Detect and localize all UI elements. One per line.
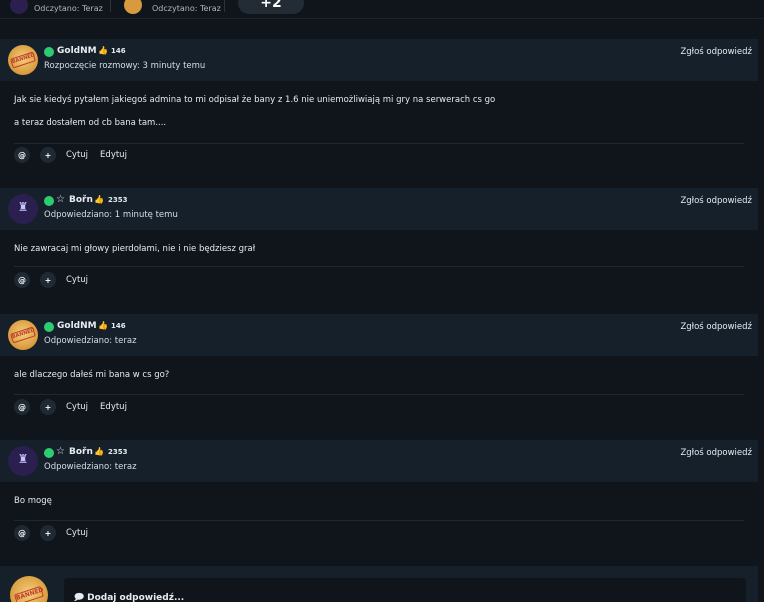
- recent-readers-bar: Odczytano: Teraz Odczytano: Teraz +2: [0, 0, 764, 16]
- mention-button[interactable]: @: [14, 399, 30, 415]
- divider: [224, 0, 225, 12]
- avatar[interactable]: ♜: [8, 194, 38, 224]
- thumbs-up-icon: 👍: [98, 46, 108, 55]
- plus-button[interactable]: +: [40, 525, 56, 541]
- mention-button[interactable]: @: [14, 525, 30, 541]
- divider: [14, 143, 744, 144]
- post-timestamp: Odpowiedziano: 1 minutę temu: [44, 210, 178, 220]
- username[interactable]: Bořn: [69, 447, 93, 457]
- post-header: BANNED GoldNM 👍 146 Rozpoczęcie rozmowy:…: [0, 39, 758, 81]
- avatar[interactable]: ♜: [8, 446, 38, 476]
- more-readers-button[interactable]: +2: [238, 0, 304, 14]
- report-reply-link[interactable]: Zgłoś odpowiedź: [680, 47, 752, 57]
- plus-button[interactable]: +: [40, 272, 56, 288]
- divider: [14, 394, 744, 395]
- star-icon: ☆: [56, 194, 65, 205]
- avatar-glyph-icon: ♜: [17, 452, 29, 466]
- divider: [14, 520, 744, 521]
- avatar[interactable]: BANNED: [8, 320, 38, 350]
- edit-button[interactable]: Edytuj: [100, 150, 127, 160]
- avatar: BANNED: [10, 576, 48, 602]
- reputation-count: 2353: [108, 196, 128, 204]
- post-content-line: Nie zawracaj mi głowy pierdołami, nie i …: [14, 244, 256, 254]
- mention-button[interactable]: @: [14, 147, 30, 163]
- online-indicator-icon: [44, 448, 54, 458]
- reputation-count: 146: [111, 47, 126, 55]
- reply-input[interactable]: 🗩 Dodaj odpowiedź...: [64, 578, 746, 602]
- post-timestamp: Odpowiedziano: teraz: [44, 462, 137, 472]
- username[interactable]: Bořn: [69, 195, 93, 205]
- post-header: ♜ ☆ Bořn 👍 2353 Odpowiedziano: teraz Zgł…: [0, 440, 758, 482]
- post-timestamp: Rozpoczęcie rozmowy: 3 minuty temu: [44, 61, 206, 71]
- report-reply-link[interactable]: Zgłoś odpowiedź: [680, 448, 752, 458]
- post-content-line: ale dlaczego dałeś mi bana w cs go?: [14, 370, 170, 380]
- edit-button[interactable]: Edytuj: [100, 402, 127, 412]
- report-reply-link[interactable]: Zgłoś odpowiedź: [680, 196, 752, 206]
- online-indicator-icon: [44, 196, 54, 206]
- banned-stamp: BANNED: [13, 585, 44, 602]
- post-content-line: Bo mogę: [14, 496, 52, 506]
- plus-button[interactable]: +: [40, 399, 56, 415]
- thumbs-up-icon: 👍: [94, 447, 104, 456]
- reader-avatar: [124, 0, 142, 14]
- avatar[interactable]: BANNED: [8, 45, 38, 75]
- reader-entry[interactable]: Odczytano: Teraz: [10, 0, 103, 14]
- quote-button[interactable]: Cytuj: [66, 275, 88, 285]
- report-reply-link[interactable]: Zgłoś odpowiedź: [680, 322, 752, 332]
- post-content-line: a teraz dostałem od cb bana tam....: [14, 118, 167, 128]
- post-actions: @ + Cytuj: [14, 272, 100, 288]
- plus-button[interactable]: +: [40, 147, 56, 163]
- post-content-line: Jak sie kiedyś pytałem jakiegoś admina t…: [14, 95, 496, 105]
- username[interactable]: GoldNM: [57, 46, 97, 56]
- reply-placeholder: 🗩 Dodaj odpowiedź...: [74, 590, 184, 602]
- mention-button[interactable]: @: [14, 272, 30, 288]
- reputation-count: 146: [111, 322, 126, 330]
- comment-icon: 🗩: [74, 593, 84, 602]
- reputation-count: 2353: [108, 448, 128, 456]
- quote-button[interactable]: Cytuj: [66, 150, 88, 160]
- reply-composer: BANNED 🗩 Dodaj odpowiedź...: [0, 566, 758, 602]
- quote-button[interactable]: Cytuj: [66, 528, 88, 538]
- banned-stamp: BANNED: [10, 51, 36, 69]
- star-icon: ☆: [56, 446, 65, 457]
- thumbs-up-icon: 👍: [94, 195, 104, 204]
- post-actions: @ + Cytuj Edytuj: [14, 399, 139, 415]
- post-header: ♜ ☆ Bořn 👍 2353 Odpowiedziano: 1 minutę …: [0, 188, 758, 230]
- avatar-glyph-icon: ♜: [17, 200, 29, 214]
- divider: [110, 0, 111, 12]
- online-indicator-icon: [44, 322, 54, 332]
- divider: [0, 18, 764, 19]
- reply-placeholder-text: Dodaj odpowiedź...: [87, 593, 185, 602]
- post-actions: @ + Cytuj: [14, 525, 100, 541]
- reader-entry[interactable]: Odczytano: Teraz: [124, 0, 221, 14]
- quote-button[interactable]: Cytuj: [66, 402, 88, 412]
- banned-stamp: BANNED: [10, 326, 36, 344]
- post-header: BANNED GoldNM 👍 146 Odpowiedziano: teraz…: [0, 314, 758, 356]
- username[interactable]: GoldNM: [57, 321, 97, 331]
- online-indicator-icon: [44, 47, 54, 57]
- divider: [14, 266, 744, 267]
- reader-avatar: [10, 0, 28, 14]
- post-timestamp: Odpowiedziano: teraz: [44, 336, 137, 346]
- thumbs-up-icon: 👍: [98, 321, 108, 330]
- reader-status: Odczytano: Teraz: [34, 3, 103, 13]
- reader-status: Odczytano: Teraz: [152, 3, 221, 13]
- post-actions: @ + Cytuj Edytuj: [14, 147, 139, 163]
